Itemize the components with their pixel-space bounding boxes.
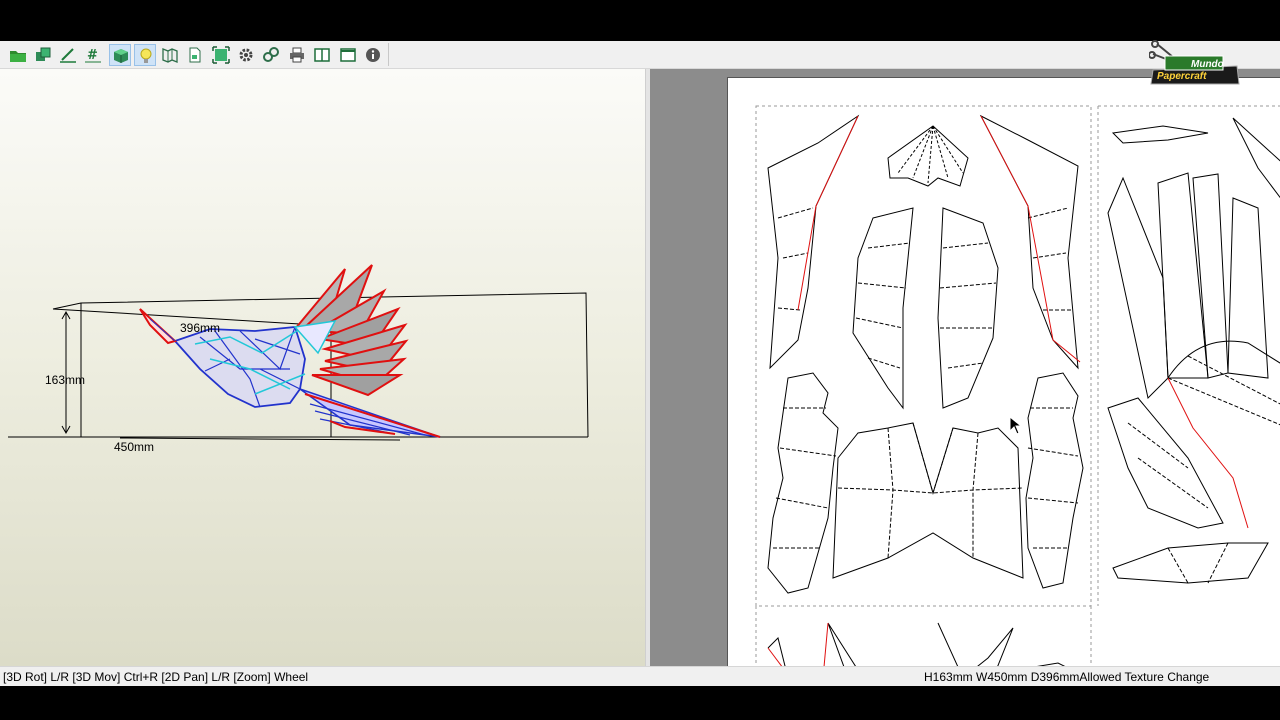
split-view-button[interactable] (311, 44, 333, 66)
logo-line1: Mundo (1191, 59, 1224, 70)
link-button[interactable] (260, 44, 282, 66)
info-icon (366, 48, 380, 62)
edit-line-button[interactable] (57, 44, 79, 66)
toolbar-group: # (3, 43, 389, 66)
paper-sheet (727, 77, 1280, 666)
link-icon (263, 47, 279, 62)
scissors-logo-icon: Mundo Papercraft (1148, 40, 1240, 85)
page-icon (189, 47, 201, 63)
map-icon (162, 48, 178, 63)
depth-dimension-label: 396mm (180, 321, 221, 335)
fit-view-button[interactable] (210, 44, 232, 66)
2d-view[interactable] (650, 69, 1280, 666)
gear-icon (239, 48, 253, 62)
page-button[interactable] (184, 44, 206, 66)
open-folder-button[interactable] (7, 44, 29, 66)
print-button[interactable] (286, 44, 308, 66)
status-hint: [3D Rot] L/R [3D Mov] Ctrl+R [2D Pan] L/… (3, 670, 309, 684)
3d-parts-icon (36, 47, 51, 61)
mouse-cursor-icon (1009, 416, 1023, 435)
settings-button[interactable] (235, 44, 257, 66)
status-dimensions: H163mm W450mm D396mmAllowed Texture Chan… (924, 670, 1210, 684)
map-button[interactable] (159, 44, 181, 66)
logo-line2: Papercraft (1157, 71, 1207, 82)
unfolded-pattern (755, 105, 1280, 666)
bottom-letterbox (0, 686, 1280, 720)
width-dimension-label: 450mm (114, 440, 155, 454)
info-button[interactable] (362, 44, 384, 66)
svg-text:#: # (87, 48, 98, 63)
3d-model-canvas (8, 264, 589, 441)
grid-button[interactable]: # (82, 44, 104, 66)
3d-view[interactable]: 396mm 163mm 450mm (0, 69, 645, 666)
window-icon (340, 48, 356, 62)
window-button[interactable] (337, 44, 359, 66)
pattern-pieces (767, 114, 1280, 666)
edit-line-icon (60, 48, 76, 63)
toolbar: # (0, 41, 1280, 69)
split-view-icon (314, 48, 330, 62)
bird-wing (299, 388, 441, 438)
top-letterbox (0, 0, 1280, 41)
print-icon (290, 47, 304, 63)
light-toggle[interactable] (134, 44, 156, 66)
3d-parts-button[interactable] (32, 44, 54, 66)
cube-icon (114, 49, 128, 63)
grid-icon: # (85, 48, 101, 63)
3d-view-toggle[interactable] (109, 44, 131, 66)
status-bar: [3D Rot] L/R [3D Mov] Ctrl+R [2D Pan] L/… (0, 666, 1280, 687)
fit-view-icon (212, 46, 230, 64)
mundo-papercraft-logo: Mundo Papercraft (1148, 40, 1241, 86)
height-dimension-label: 163mm (45, 373, 86, 387)
open-folder-icon (10, 51, 26, 62)
pepakura-window: # 396mm 163mm 450mm [3D Rot] L/R [3D Mov… (0, 41, 1280, 687)
lightbulb-icon (140, 48, 152, 63)
